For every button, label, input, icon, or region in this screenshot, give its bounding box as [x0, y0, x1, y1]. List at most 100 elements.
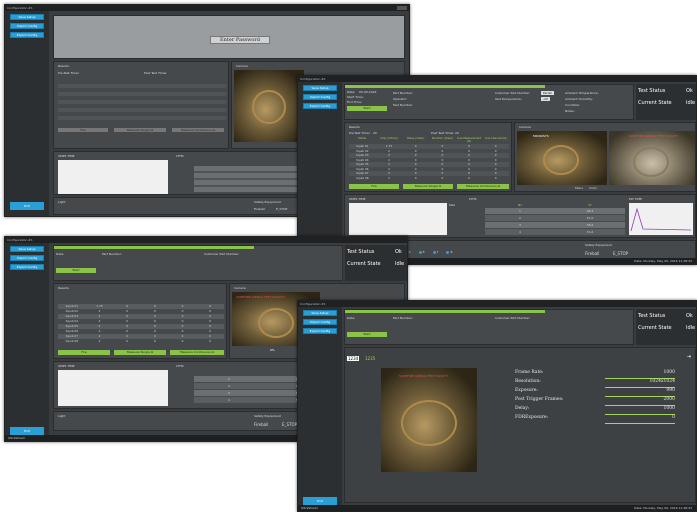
light-indicator[interactable]: 7 [432, 250, 438, 254]
pre-test-timer-value: 20 [373, 131, 377, 135]
light-number: 8 [450, 250, 453, 254]
import-config-button[interactable]: Import Config [303, 319, 337, 325]
estop-label: E_STOP [276, 207, 288, 211]
title-bar: Configuration #1 [5, 237, 407, 243]
safety-label: Safety Equipment [585, 243, 612, 247]
export-config-button[interactable]: Export Config [10, 264, 44, 270]
light-indicator[interactable]: 8 [446, 250, 452, 254]
measure-single-button[interactable]: Measure Single Ω [114, 128, 166, 132]
save-setup-button[interactable]: Save Setup [303, 310, 337, 316]
table-cell: 0 [494, 175, 497, 180]
steering-wheel [543, 145, 579, 175]
save-setup-button[interactable]: Save Setup [10, 246, 44, 252]
part-number-label: Part Number: [393, 91, 413, 95]
lttm-cell: 4 [228, 398, 230, 402]
camera-title: Camera [519, 125, 531, 129]
dropdown-1[interactable]: Perish [541, 91, 555, 95]
import-config-button[interactable]: Import Config [10, 255, 44, 261]
fire-button[interactable]: Fire [58, 350, 110, 355]
footer-date: Date: Monday, May 09, 2016 11:48:32 [634, 506, 692, 510]
steering-wheel [258, 308, 294, 338]
condition-label: Condition: [565, 103, 581, 107]
video-field-label: FDRExposure: [515, 415, 549, 420]
lttm-cell: 3 [228, 391, 230, 395]
mono-option[interactable]: Mono [575, 186, 583, 190]
frame-counter-b[interactable]: 1235 [365, 356, 375, 361]
end-time-label: End Time: [347, 100, 363, 104]
color-option[interactable]: Color [589, 186, 597, 190]
amps-time-label: AMPS TIME [58, 154, 75, 158]
light-indicator[interactable]: 6 [418, 250, 425, 254]
pre-test-timer-label: Pre-Test Timer [349, 131, 371, 135]
start-button[interactable]: Start [347, 332, 387, 337]
video-field-row: Delay: 1000 [515, 406, 695, 415]
lttm-cell: 38.2 [586, 223, 594, 227]
import-config-button[interactable]: Import Config [303, 94, 337, 100]
export-config-button[interactable]: Export Config [303, 328, 337, 334]
lttm-cell: 1 [228, 377, 230, 381]
save-setup-button[interactable]: Save Setup [10, 14, 44, 20]
fire-button[interactable]: Fire [58, 128, 108, 132]
results-rows: Squib 01 1.75 0 0 0 0 Squib 02 2 0 0 0 0 Squib 03 2 0 0… [349, 144, 509, 180]
part-number-label: Part Number: [102, 252, 122, 256]
start-button[interactable]: Start [56, 268, 96, 273]
lttm-grid [194, 166, 314, 192]
date-value: 05-09-2016 [359, 90, 377, 94]
measure-single-button[interactable]: Measure Single Ω [114, 350, 166, 355]
amps-chart [58, 160, 168, 194]
results-col-header: Line Channel (Ω) [484, 137, 507, 140]
measure-single-button[interactable]: Measure Single Ω [403, 184, 453, 189]
fireball-label: Fireball [254, 207, 265, 211]
notes-label: Notes: [565, 109, 575, 113]
export-config-button[interactable]: Export Config [303, 103, 337, 109]
video-field-value[interactable]: 1024x1024 [605, 379, 675, 388]
steering-wheel [401, 400, 457, 446]
measure-continuous-button[interactable]: Measure Continuous Ω [172, 128, 224, 132]
sidebar: Save Setup Import Config Export Config E… [298, 307, 342, 511]
current-state-value: Idle [686, 100, 696, 106]
video-field-value[interactable]: 1000 [605, 370, 675, 379]
exit-button[interactable]: Exit [10, 202, 44, 210]
test-status-value: Ok [686, 313, 693, 319]
fire-button[interactable]: Fire [349, 184, 399, 189]
video-field-value[interactable]: 990 [605, 388, 675, 397]
lttm-row: 338.2 [485, 222, 625, 228]
export-icon[interactable]: ⇥ [687, 354, 691, 360]
results-title: Results [58, 286, 69, 290]
date-label: Date: [56, 252, 65, 256]
exit-button[interactable]: Exit [303, 497, 337, 505]
current-state-value: Idle [686, 325, 696, 331]
save-setup-button[interactable]: Save Setup [303, 85, 337, 91]
export-config-button[interactable]: Export Config [10, 32, 44, 38]
lttm-cell: 98.3 [586, 209, 594, 213]
results-col-header: Duration (mSec) [431, 137, 453, 140]
pw-chart [629, 203, 693, 235]
table-cell: 0 [126, 339, 129, 343]
lttm-table: No LT 1 98.3 2 31.0 3 38.2 4 31.6 [485, 203, 625, 236]
video-field-row: Post Trigger Frames: 2000 [515, 397, 695, 406]
amps-panel: AMPS TIME Max LTTM No LT 1 98.3 2 31.0 3 38.2… [344, 194, 696, 238]
table-cell: 2 [98, 339, 101, 343]
frame-counter-a[interactable]: 1234 [347, 356, 360, 361]
start-time-label: Start Time: [347, 95, 364, 99]
lttm-label: LTTM [176, 154, 184, 158]
password-input[interactable]: Enter Password [210, 36, 270, 44]
window-controls[interactable] [397, 6, 407, 10]
video-field-value[interactable]: 2000 [605, 397, 675, 406]
amps-time-label: AMPS TIME [58, 364, 75, 368]
measure-continuous-button[interactable]: Measure Continuous Ω [170, 350, 224, 355]
video-field-value[interactable]: 0 [605, 415, 675, 424]
dropdown-2[interactable]: -20 [541, 97, 550, 101]
video-field-value[interactable]: 1000 [605, 406, 675, 415]
exit-button[interactable]: Exit [10, 427, 44, 435]
import-config-button[interactable]: Import Config [10, 23, 44, 29]
steering-wheel [633, 147, 669, 177]
title-bar: Configuration #1 [5, 5, 409, 11]
measure-continuous-button[interactable]: Measure Continuous Ω [457, 184, 509, 189]
start-button[interactable]: Start [347, 106, 387, 111]
post-test-timer-value: 20 [455, 131, 459, 135]
video-panel: 1234 1235 ⇥ SUREFIRE AIRBAG TEST FACILIT… [344, 347, 696, 503]
camera-title: Camera [234, 286, 246, 290]
date-label: Date: [347, 90, 356, 94]
camera-brand: MICROSYS [533, 134, 549, 138]
